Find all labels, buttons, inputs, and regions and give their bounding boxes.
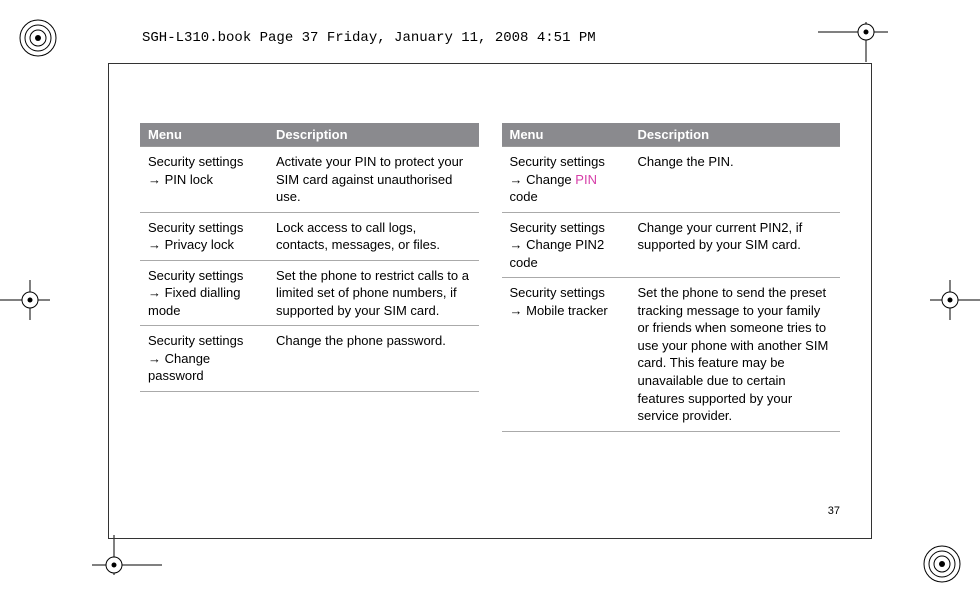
desc-cell: Activate your PIN to protect your SIM ca…	[268, 147, 479, 213]
page-number: 37	[828, 505, 840, 517]
menu-cell: Security settings → PIN lock	[140, 147, 268, 213]
table-row: Security settings → Change PIN code Chan…	[502, 147, 841, 213]
table-row: Security settings → Fixed dialling mode …	[140, 260, 479, 326]
registration-mark-bottom-right	[922, 544, 962, 584]
right-table: Menu Description Security settings → Cha…	[502, 123, 841, 432]
content-columns: Menu Description Security settings → PIN…	[140, 123, 840, 432]
registration-mark-top-left	[18, 18, 58, 58]
table-row: Security settings → Mobile tracker Set t…	[502, 278, 841, 431]
menu-cell: Security settings → Mobile tracker	[502, 278, 630, 431]
crop-mark-left	[0, 280, 50, 325]
crop-mark-top-right	[818, 22, 888, 67]
crop-mark-right	[930, 280, 980, 325]
document-header-path: SGH-L310.book Page 37 Friday, January 11…	[142, 30, 596, 46]
menu-cell: Security settings → Change password	[140, 326, 268, 392]
table-row: Security settings → Privacy lock Lock ac…	[140, 212, 479, 260]
left-column: Menu Description Security settings → PIN…	[140, 123, 479, 432]
table-row: Security settings → Change PIN2 code Cha…	[502, 212, 841, 278]
desc-cell: Lock access to call logs, contacts, mess…	[268, 212, 479, 260]
table-row: Security settings → Change password Chan…	[140, 326, 479, 392]
desc-cell: Set the phone to send the preset trackin…	[630, 278, 841, 431]
desc-cell: Change the phone password.	[268, 326, 479, 392]
right-header-desc: Description	[630, 123, 841, 147]
menu-cell: Security settings → Fixed dialling mode	[140, 260, 268, 326]
left-table: Menu Description Security settings → PIN…	[140, 123, 479, 392]
menu-cell: Security settings → Privacy lock	[140, 212, 268, 260]
menu-cell: Security settings → Change PIN2 code	[502, 212, 630, 278]
right-column: Menu Description Security settings → Cha…	[502, 123, 841, 432]
table-row: Security settings → PIN lock Activate yo…	[140, 147, 479, 213]
menu-cell: Security settings → Change PIN code	[502, 147, 630, 213]
left-header-desc: Description	[268, 123, 479, 147]
right-header-menu: Menu	[502, 123, 630, 147]
desc-cell: Change your current PIN2, if supported b…	[630, 212, 841, 278]
desc-cell: Set the phone to restrict calls to a lim…	[268, 260, 479, 326]
left-header-menu: Menu	[140, 123, 268, 147]
crop-mark-bottom-left	[92, 535, 162, 580]
desc-cell: Change the PIN.	[630, 147, 841, 213]
